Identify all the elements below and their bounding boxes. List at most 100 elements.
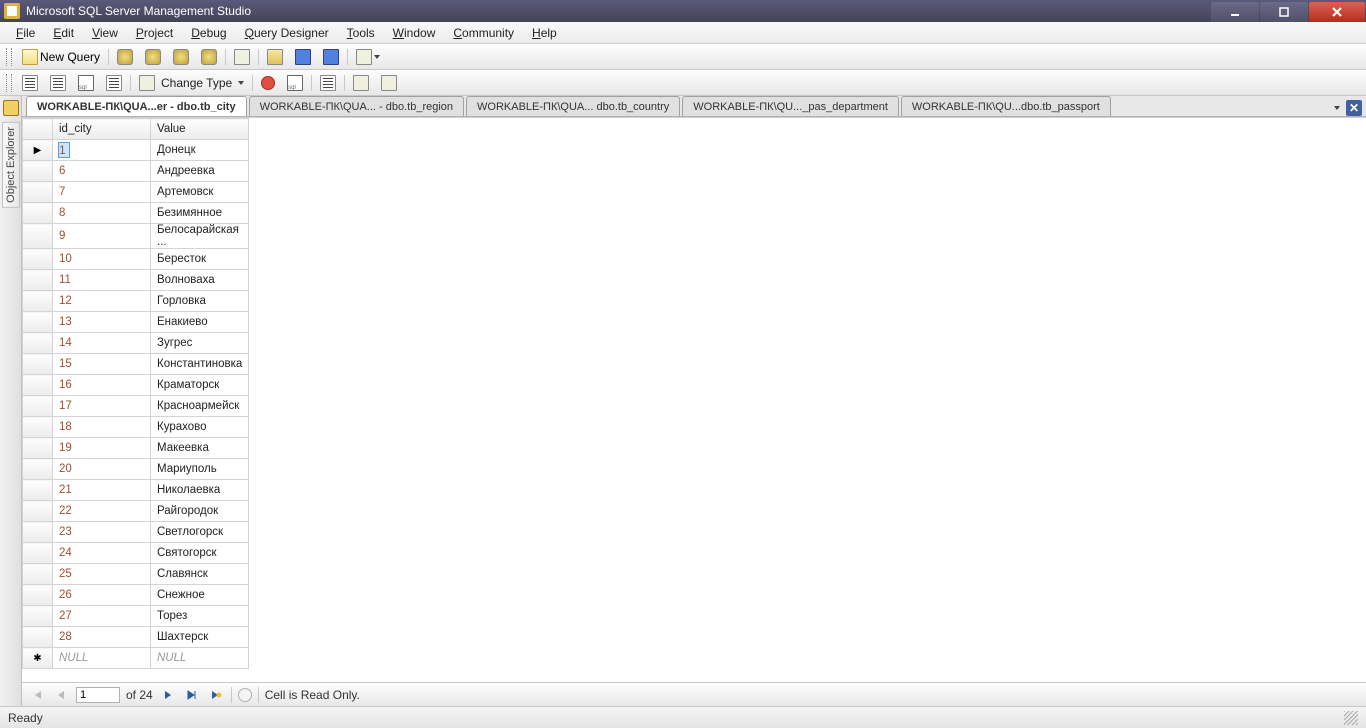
cell-id-city[interactable]: NULL [53, 648, 151, 669]
row-selector[interactable] [23, 203, 53, 224]
tb-btn-groupby[interactable] [316, 72, 340, 94]
cell-id-city[interactable]: 11 [53, 270, 151, 291]
cell-id-city[interactable]: 12 [53, 291, 151, 312]
new-query-button[interactable]: New Query [18, 46, 104, 68]
nav-first-button[interactable] [28, 686, 46, 704]
tb-btn-db4[interactable] [197, 46, 221, 68]
cell-id-city[interactable]: 1 [53, 140, 151, 161]
row-selector[interactable] [23, 480, 53, 501]
tb-btn-save[interactable] [291, 46, 315, 68]
cell-id-city[interactable]: 20 [53, 459, 151, 480]
menu-community[interactable]: Community [445, 24, 522, 42]
cell-id-city[interactable]: 16 [53, 375, 151, 396]
row-selector[interactable] [23, 417, 53, 438]
cell-value[interactable]: Славянск [151, 564, 249, 585]
menu-query-designer[interactable]: Query Designer [237, 24, 337, 42]
cell-id-city[interactable]: 18 [53, 417, 151, 438]
cell-value[interactable]: Константиновка [151, 354, 249, 375]
cell-id-city[interactable]: 22 [53, 501, 151, 522]
tb-btn-activity[interactable] [352, 46, 384, 68]
cell-id-city[interactable]: 28 [53, 627, 151, 648]
tb-btn-pane3[interactable] [74, 72, 98, 94]
cell-value[interactable]: Снежное [151, 585, 249, 606]
menu-tools[interactable]: Tools [339, 24, 383, 42]
row-selector-new[interactable]: ✱ [23, 648, 53, 669]
cell-id-city[interactable]: 27 [53, 606, 151, 627]
cell-id-city[interactable]: 8 [53, 203, 151, 224]
column-header-id-city[interactable]: id_city [53, 119, 151, 140]
row-selector[interactable] [23, 501, 53, 522]
cell-value[interactable]: Горловка [151, 291, 249, 312]
row-selector[interactable] [23, 438, 53, 459]
menu-edit[interactable]: Edit [45, 24, 82, 42]
menu-window[interactable]: Window [385, 24, 444, 42]
cell-value[interactable]: Шахтерск [151, 627, 249, 648]
tb-btn-verify[interactable] [283, 72, 307, 94]
document-tab[interactable]: WORKABLE-ПК\QUA... dbo.tb_country [466, 96, 680, 116]
cell-value[interactable]: Артемовск [151, 182, 249, 203]
cell-id-city[interactable]: 21 [53, 480, 151, 501]
menu-debug[interactable]: Debug [183, 24, 234, 42]
cell-value[interactable]: Волноваха [151, 270, 249, 291]
tb-btn-db3[interactable] [169, 46, 193, 68]
tb-btn-pane4[interactable] [102, 72, 126, 94]
document-tab[interactable]: WORKABLE-ПК\QUA...er - dbo.tb_city [26, 96, 247, 116]
cell-value[interactable]: Красноармейск [151, 396, 249, 417]
tb-btn-addtable[interactable] [349, 72, 373, 94]
row-selector[interactable] [23, 543, 53, 564]
cell-value[interactable]: Николаевка [151, 480, 249, 501]
nav-stop-button[interactable] [238, 688, 252, 702]
object-explorer-icon[interactable] [3, 100, 19, 116]
row-selector[interactable] [23, 606, 53, 627]
cell-value[interactable]: Белосарайская ... [151, 224, 249, 249]
row-selector[interactable] [23, 224, 53, 249]
cell-value[interactable]: Мариуполь [151, 459, 249, 480]
nav-position-input[interactable] [76, 687, 120, 703]
menu-help[interactable]: Help [524, 24, 565, 42]
cell-id-city[interactable]: 10 [53, 249, 151, 270]
cell-id-city[interactable]: 6 [53, 161, 151, 182]
row-selector[interactable] [23, 354, 53, 375]
nav-prev-button[interactable] [52, 686, 70, 704]
row-selector[interactable] [23, 459, 53, 480]
row-selector[interactable] [23, 270, 53, 291]
nav-new-button[interactable] [207, 686, 225, 704]
cell-id-city[interactable]: 13 [53, 312, 151, 333]
cell-value[interactable]: Донецк [151, 140, 249, 161]
cell-value[interactable]: Макеевка [151, 438, 249, 459]
menu-view[interactable]: View [84, 24, 126, 42]
tb-btn-file[interactable] [230, 46, 254, 68]
tb-btn-db2[interactable] [141, 46, 165, 68]
tb-btn-execute[interactable] [257, 72, 279, 94]
cell-value[interactable]: Торез [151, 606, 249, 627]
tb-btn-pane2[interactable] [46, 72, 70, 94]
cell-id-city[interactable]: 17 [53, 396, 151, 417]
row-selector[interactable] [23, 627, 53, 648]
tb-btn-db1[interactable] [113, 46, 137, 68]
nav-last-button[interactable] [183, 686, 201, 704]
cell-id-city[interactable]: 24 [53, 543, 151, 564]
menu-file[interactable]: File [8, 24, 43, 42]
row-selector[interactable] [23, 333, 53, 354]
tb-btn-saveall[interactable] [319, 46, 343, 68]
document-tab[interactable]: WORKABLE-ПК\QU..._pas_department [682, 96, 899, 116]
tb-btn-open[interactable] [263, 46, 287, 68]
cell-value[interactable]: Андреевка [151, 161, 249, 182]
row-selector[interactable] [23, 249, 53, 270]
row-selector[interactable] [23, 396, 53, 417]
cell-id-city[interactable]: 23 [53, 522, 151, 543]
document-tab[interactable]: WORKABLE-ПК\QUA... - dbo.tb_region [249, 96, 464, 116]
row-selector[interactable] [23, 564, 53, 585]
tb-btn-pane1[interactable] [18, 72, 42, 94]
tb-btn-addderived[interactable] [377, 72, 401, 94]
row-selector[interactable] [23, 312, 53, 333]
cell-id-city[interactable]: 14 [53, 333, 151, 354]
row-selector[interactable]: ▶ [23, 140, 53, 161]
cell-value[interactable]: NULL [151, 648, 249, 669]
cell-id-city[interactable]: 9 [53, 224, 151, 249]
results-grid[interactable]: id_city Value ▶1Донецк6Андреевка7Артемов… [22, 117, 1366, 682]
minimize-button[interactable] [1211, 2, 1259, 22]
maximize-button[interactable] [1260, 2, 1308, 22]
menu-project[interactable]: Project [128, 24, 181, 42]
column-header-value[interactable]: Value [151, 119, 249, 140]
